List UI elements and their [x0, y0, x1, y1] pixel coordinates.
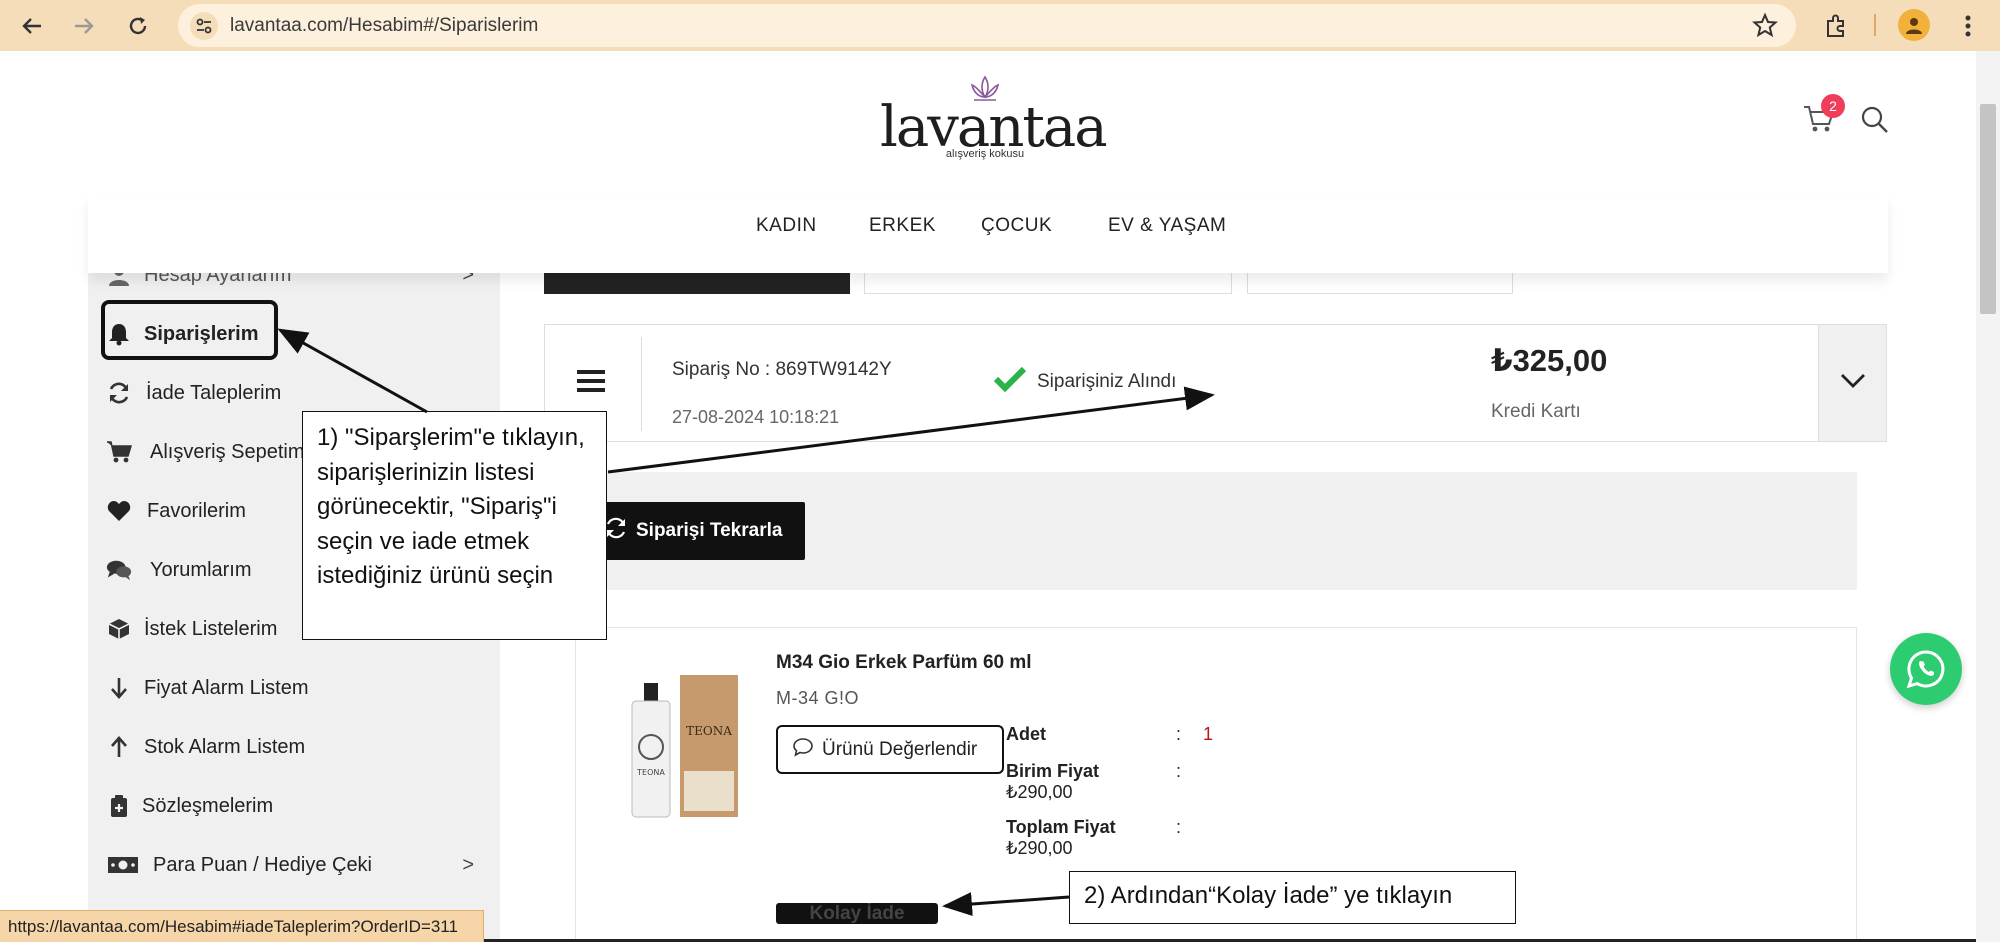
menu-icon[interactable] [577, 369, 605, 398]
profile-avatar-icon[interactable] [1898, 9, 1930, 41]
order-status: Siparişiniz Alındı [1037, 371, 1177, 392]
nav-item-erkek[interactable]: ERKEK [869, 215, 936, 237]
check-icon [993, 365, 1027, 398]
cart-count-badge: 2 [1821, 94, 1845, 118]
payment-method: Kredi Kartı [1491, 401, 1581, 422]
sidebar-item-iade-taleplerim[interactable]: İade Taleplerim [88, 373, 500, 413]
sidebar-item-label: Yorumlarım [150, 558, 252, 581]
refresh-icon [604, 516, 628, 546]
instruction-callout-2: 2) Ardından“Kolay İade” ye tıklayın [1069, 871, 1516, 924]
product-title[interactable]: M34 Gio Erkek Parfüm 60 ml [776, 652, 1032, 674]
back-button[interactable] [16, 10, 48, 42]
nav-item-ev-yasam[interactable]: EV & YAŞAM [1108, 215, 1226, 237]
sidebar-item-label: Fiyat Alarm Listem [144, 676, 309, 699]
whatsapp-icon [1906, 650, 1945, 689]
tab[interactable] [1247, 270, 1513, 294]
total-price-colon: : [1176, 817, 1182, 837]
address-bar[interactable]: lavantaa.com/Hesabim#/Siparislerim [178, 4, 1796, 47]
unit-price-value: ₺290,00 [1006, 782, 1073, 802]
comments-icon [106, 557, 132, 583]
unit-price-colon: : [1176, 761, 1182, 781]
sidebar-item-label: Alışveriş Sepetim [150, 440, 305, 463]
sidebar-item-label: Sözleşmelerim [142, 794, 274, 817]
sidebar-item-label: İade Taleplerim [146, 381, 282, 404]
logo-tagline: alışveriş kokusu [945, 148, 1025, 160]
bookmark-star-icon[interactable] [1752, 12, 1778, 43]
whatsapp-chat-button[interactable] [1890, 633, 1962, 705]
search-icon[interactable] [1860, 105, 1890, 140]
review-label: Ürünü Değerlendir [822, 738, 978, 760]
sidebar-item-label: Favorilerim [147, 499, 246, 522]
sidebar-item-label: İstek Listelerim [144, 617, 278, 640]
main-navigation: KADIN ERKEK ÇOCUK EV & YAŞAM [88, 195, 1888, 273]
url-text: lavantaa.com/Hesabim#/Siparislerim [230, 15, 539, 36]
unit-price-label: Birim Fiyat [1006, 761, 1100, 781]
total-price-value: ₺290,00 [1006, 838, 1073, 858]
svg-text:TEONA: TEONA [686, 724, 732, 738]
status-bar-url: https://lavantaa.com/Hesabim#iadeTaleple… [0, 910, 484, 942]
clipboard-icon [106, 793, 132, 819]
site-logo[interactable]: lavantaa alışveriş kokusu [880, 75, 1108, 165]
quantity-colon: : [1176, 724, 1182, 744]
sidebar-item-label: Para Puan / Hediye Çeki [153, 853, 373, 876]
order-number: Sipariş No : 869TW9142Y [672, 359, 892, 380]
total-price-label: Toplam Fiyat [1006, 817, 1116, 837]
box-icon [106, 616, 132, 642]
site-info-icon[interactable] [190, 12, 218, 40]
order-total: ₺325,00 [1491, 343, 1608, 378]
browser-menu-icon[interactable] [1952, 10, 1984, 42]
nav-item-cocuk[interactable]: ÇOCUK [981, 215, 1052, 237]
extensions-icon[interactable] [1820, 10, 1852, 42]
tab[interactable] [864, 270, 1232, 294]
expand-order-button[interactable] [1818, 325, 1886, 441]
forward-button[interactable] [68, 10, 100, 42]
cart-icon [106, 439, 132, 465]
review-product-button[interactable]: Ürünü Değerlendir [776, 725, 1004, 774]
arrow-up-icon [106, 734, 132, 760]
chevron-down-icon [1839, 372, 1867, 395]
reorder-label: Siparişi Tekrarla [636, 520, 783, 541]
product-brand: M-34 G!O [776, 688, 860, 708]
sidebar-item-sozlesmelerim[interactable]: Sözleşmelerim [88, 786, 500, 826]
browser-toolbar: lavantaa.com/Hesabim#/Siparislerim [0, 0, 2000, 51]
chevron-right-icon: > [462, 853, 474, 876]
sidebar-item-label: Stok Alarm Listem [144, 735, 306, 758]
svg-text:TEONA: TEONA [636, 768, 665, 777]
money-icon [106, 852, 140, 878]
order-date: 27-08-2024 10:18:21 [672, 407, 840, 427]
sidebar-item-fiyat-alarm-listem[interactable]: Fiyat Alarm Listem [88, 668, 500, 708]
highlight-box [101, 300, 278, 360]
heart-icon [106, 498, 132, 524]
refresh-icon [106, 380, 132, 406]
reorder-button[interactable]: Siparişi Tekrarla [590, 502, 805, 560]
quantity-value: 1 [1203, 724, 1214, 744]
reload-button[interactable] [122, 10, 154, 42]
tab-active[interactable] [544, 270, 850, 294]
order-summary-card[interactable]: Sipariş No : 869TW9142Y 27-08-2024 10:18… [544, 324, 1887, 442]
toolbar-divider [1874, 14, 1876, 36]
divider [641, 337, 642, 431]
instruction-callout-1: 1) "Siparşlerim"e tıklayın, siparişlerin… [302, 411, 607, 640]
nav-item-kadin[interactable]: KADIN [756, 215, 817, 237]
scrollbar-thumb[interactable] [1980, 104, 1996, 314]
sidebar-item-stok-alarm-listem[interactable]: Stok Alarm Listem [88, 727, 500, 767]
product-image[interactable]: TEONA TEONA [626, 675, 740, 819]
easy-return-button[interactable]: Kolay İade [776, 903, 938, 924]
arrow-down-icon [106, 675, 132, 701]
sidebar-item-para-puan[interactable]: Para Puan / Hediye Çeki > [88, 845, 500, 885]
speech-bubble-icon [792, 737, 814, 763]
quantity-label: Adet [1006, 724, 1046, 744]
